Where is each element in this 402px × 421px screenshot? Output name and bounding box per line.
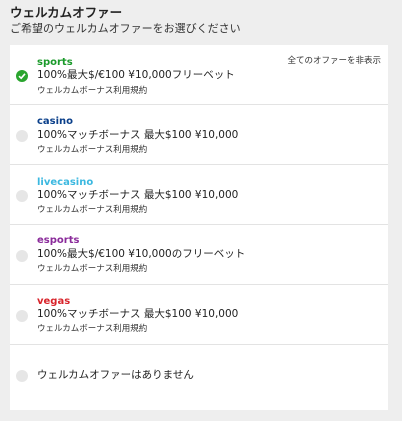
offer-casino[interactable]: casino 100%マッチボーナス 最大$100 ¥10,000 ウェルカムボ… xyxy=(10,105,388,165)
offer-vegas[interactable]: vegas 100%マッチボーナス 最大$100 ¥10,000 ウェルカムボー… xyxy=(10,285,388,345)
terms-link[interactable]: ウェルカムボーナス利用規約 xyxy=(37,205,147,216)
radio-button[interactable] xyxy=(16,250,28,262)
page-subtitle: ご希望のウェルカムオファーをお選びください xyxy=(10,22,241,35)
offer-description: 100%マッチボーナス 最大$100 ¥10,000 xyxy=(37,129,239,141)
header: ウェルカムオファー ご希望のウェルカムオファーをお選びください xyxy=(10,5,392,36)
terms-link[interactable]: ウェルカムボーナス利用規約 xyxy=(37,264,147,275)
offer-description: 100%マッチボーナス 最大$100 ¥10,000 xyxy=(37,189,239,201)
brand-label-esports: esports xyxy=(37,235,80,246)
terms-link[interactable]: ウェルカムボーナス利用規約 xyxy=(37,145,147,156)
offer-description: 100%最大$/€100 ¥10,000フリーベット xyxy=(37,69,235,81)
brand-label-vegas: vegas xyxy=(37,296,71,307)
offers-panel: 全てのオファーを非表示 sports 100%最大$/€100 ¥10,000フ… xyxy=(10,45,388,410)
radio-button[interactable] xyxy=(16,310,28,322)
radio-button[interactable] xyxy=(16,190,28,202)
offer-description: 100%最大$/€100 ¥10,000のフリーベット xyxy=(37,248,246,260)
radio-button[interactable] xyxy=(16,130,28,142)
offer-none[interactable]: ウェルカムオファーはありません xyxy=(10,345,388,405)
brand-label-casino: casino xyxy=(37,116,74,127)
offer-esports[interactable]: esports 100%最大$/€100 ¥10,000のフリーベット ウェルカ… xyxy=(10,225,388,285)
brand-label-sports: sports xyxy=(37,57,73,68)
no-offer-label: ウェルカムオファーはありません xyxy=(37,369,194,381)
terms-link[interactable]: ウェルカムボーナス利用規約 xyxy=(37,86,147,97)
offer-description: 100%マッチボーナス 最大$100 ¥10,000 xyxy=(37,308,239,320)
page-title: ウェルカムオファー xyxy=(10,5,123,20)
terms-link[interactable]: ウェルカムボーナス利用規約 xyxy=(37,324,147,335)
brand-label-livecasino: livecasino xyxy=(37,177,94,188)
offer-livecasino[interactable]: livecasino 100%マッチボーナス 最大$100 ¥10,000 ウェ… xyxy=(10,165,388,225)
radio-button[interactable] xyxy=(16,370,28,382)
offer-sports[interactable]: sports 100%最大$/€100 ¥10,000フリーベット ウェルカムボ… xyxy=(10,45,388,105)
check-circle-icon[interactable] xyxy=(16,70,28,82)
